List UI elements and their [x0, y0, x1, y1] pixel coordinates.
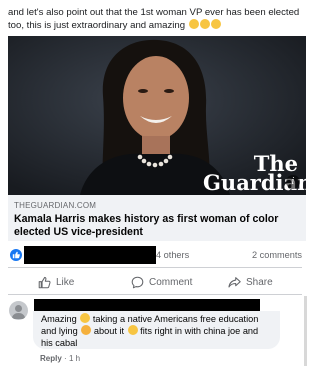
share-button[interactable]: Share [228, 271, 273, 293]
action-bar: Like Comment Share [8, 271, 302, 293]
reaction-others[interactable]: 4 others [156, 250, 189, 260]
comment-timestamp[interactable]: 1 h [69, 354, 80, 363]
link-preview-meta[interactable]: THEGUARDIAN.COM Kamala Harris makes hist… [8, 195, 306, 241]
avatar[interactable] [9, 301, 28, 320]
comment-button[interactable]: Comment [131, 271, 192, 293]
comments-count[interactable]: 2 comments [252, 250, 302, 260]
post-text: and let's also point out that the 1st wo… [8, 6, 303, 32]
redaction-bar [24, 246, 156, 264]
comment-text-3: about it [93, 326, 125, 336]
avatar-placeholder-icon [11, 305, 26, 319]
link-domain: THEGUARDIAN.COM [14, 201, 97, 210]
share-label: Share [246, 276, 273, 288]
hugging-face-icon [81, 325, 92, 335]
scrollbar[interactable] [304, 296, 307, 366]
info-icon[interactable]: i [286, 175, 300, 189]
comment-label: Comment [149, 276, 193, 288]
comment-text-1: Amazing [41, 314, 77, 324]
logo-line-2: Guardian [203, 170, 306, 195]
reply-link[interactable]: Reply [40, 354, 62, 363]
comment-footer: Reply · 1 h [40, 354, 80, 363]
thumbs-up-icon [38, 276, 51, 288]
clapping-hands-icon [188, 19, 199, 29]
comment-bubble: Amazing taking a native Americans free e… [33, 311, 280, 349]
clapping-hands-icon [210, 19, 221, 29]
link-preview-image[interactable]: The Guardian i [8, 36, 306, 195]
footer-separator: · [64, 354, 67, 363]
link-headline: Kamala Harris makes history as first wom… [14, 213, 279, 238]
divider [8, 267, 302, 268]
clapping-hands-icon [199, 19, 210, 29]
comment-icon [131, 276, 144, 288]
like-icon[interactable] [10, 249, 22, 261]
clapping-hands-icon [80, 313, 91, 323]
divider [8, 294, 302, 295]
share-icon [228, 276, 241, 287]
like-label: Like [56, 276, 75, 288]
like-button[interactable]: Like [38, 271, 74, 293]
clapping-hands-icon [127, 325, 138, 335]
reactions-row: 4 others 2 comments [8, 246, 302, 264]
guardian-logo: The Guardian [203, 153, 306, 195]
post-text-body: and let's also point out that the 1st wo… [8, 7, 300, 31]
